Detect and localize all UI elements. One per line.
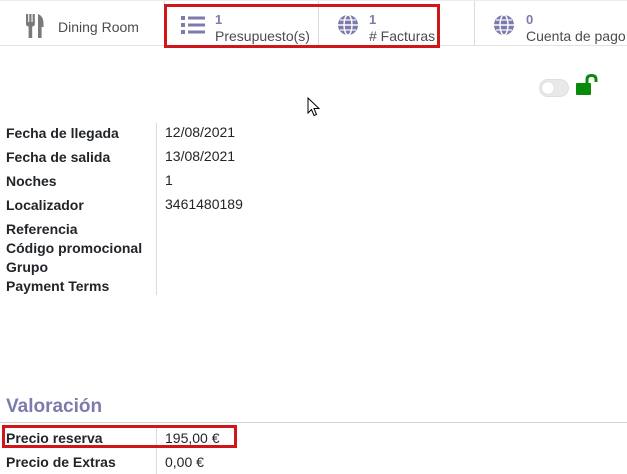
- field-label-noches: Noches: [6, 173, 57, 189]
- field-label-referencia: Referencia: [6, 221, 78, 237]
- section-title-valoracion: Valoración: [6, 396, 103, 417]
- dining-room-label: Dining Room: [58, 19, 139, 35]
- field-label-localizador: Localizador: [6, 197, 84, 213]
- facturas-button[interactable]: 1 # Facturas: [318, 1, 446, 46]
- valoracion-column-divider: [156, 426, 157, 474]
- dining-room-button[interactable]: Dining Room: [6, 1, 164, 46]
- field-value-localizador[interactable]: 3461480189: [165, 196, 243, 212]
- field-value-noches[interactable]: 1: [165, 172, 173, 188]
- cuenta-pago-count: 0: [526, 12, 534, 27]
- field-column-divider: [156, 123, 157, 295]
- field-label-fecha-llegada: Fecha de llegada: [6, 125, 119, 141]
- mouse-cursor-icon: [307, 96, 321, 122]
- field-value-fecha-llegada[interactable]: 12/08/2021: [165, 124, 235, 140]
- cuenta-pago-button[interactable]: 0 Cuenta de pago: [474, 1, 627, 46]
- toggle-knob: [542, 82, 554, 94]
- field-value-precio-reserva[interactable]: 195,00 €: [165, 430, 220, 446]
- cuenta-pago-label: Cuenta de pago: [526, 28, 626, 44]
- section-divider: [0, 422, 627, 423]
- active-toggle[interactable]: [539, 79, 569, 97]
- field-value-precio-extras[interactable]: 0,00 €: [165, 454, 204, 470]
- field-value-fecha-salida[interactable]: 13/08/2021: [165, 148, 235, 164]
- smart-buttons-bar: Dining Room 1 Presupuesto(s) 1 # Factura…: [0, 0, 627, 46]
- cutlery-icon: [26, 14, 44, 43]
- unlock-icon[interactable]: [574, 73, 600, 101]
- presupuestos-count: 1: [215, 12, 223, 27]
- facturas-label: # Facturas: [369, 28, 436, 44]
- presupuestos-label: Presupuesto(s): [215, 28, 310, 44]
- field-label-codigo-promocional: Código promocional: [6, 240, 143, 256]
- field-label-grupo: Grupo: [6, 259, 48, 275]
- field-label-precio-reserva: Precio reserva: [6, 430, 103, 446]
- list-icon: [181, 15, 205, 40]
- facturas-count: 1: [369, 12, 377, 27]
- field-label-payment-terms: Payment Terms: [6, 278, 110, 294]
- globe-icon: [337, 14, 359, 41]
- presupuestos-button[interactable]: 1 Presupuesto(s): [164, 1, 318, 46]
- globe-icon: [493, 14, 515, 41]
- field-label-fecha-salida: Fecha de salida: [6, 149, 111, 165]
- field-label-precio-extras: Precio de Extras: [6, 454, 116, 470]
